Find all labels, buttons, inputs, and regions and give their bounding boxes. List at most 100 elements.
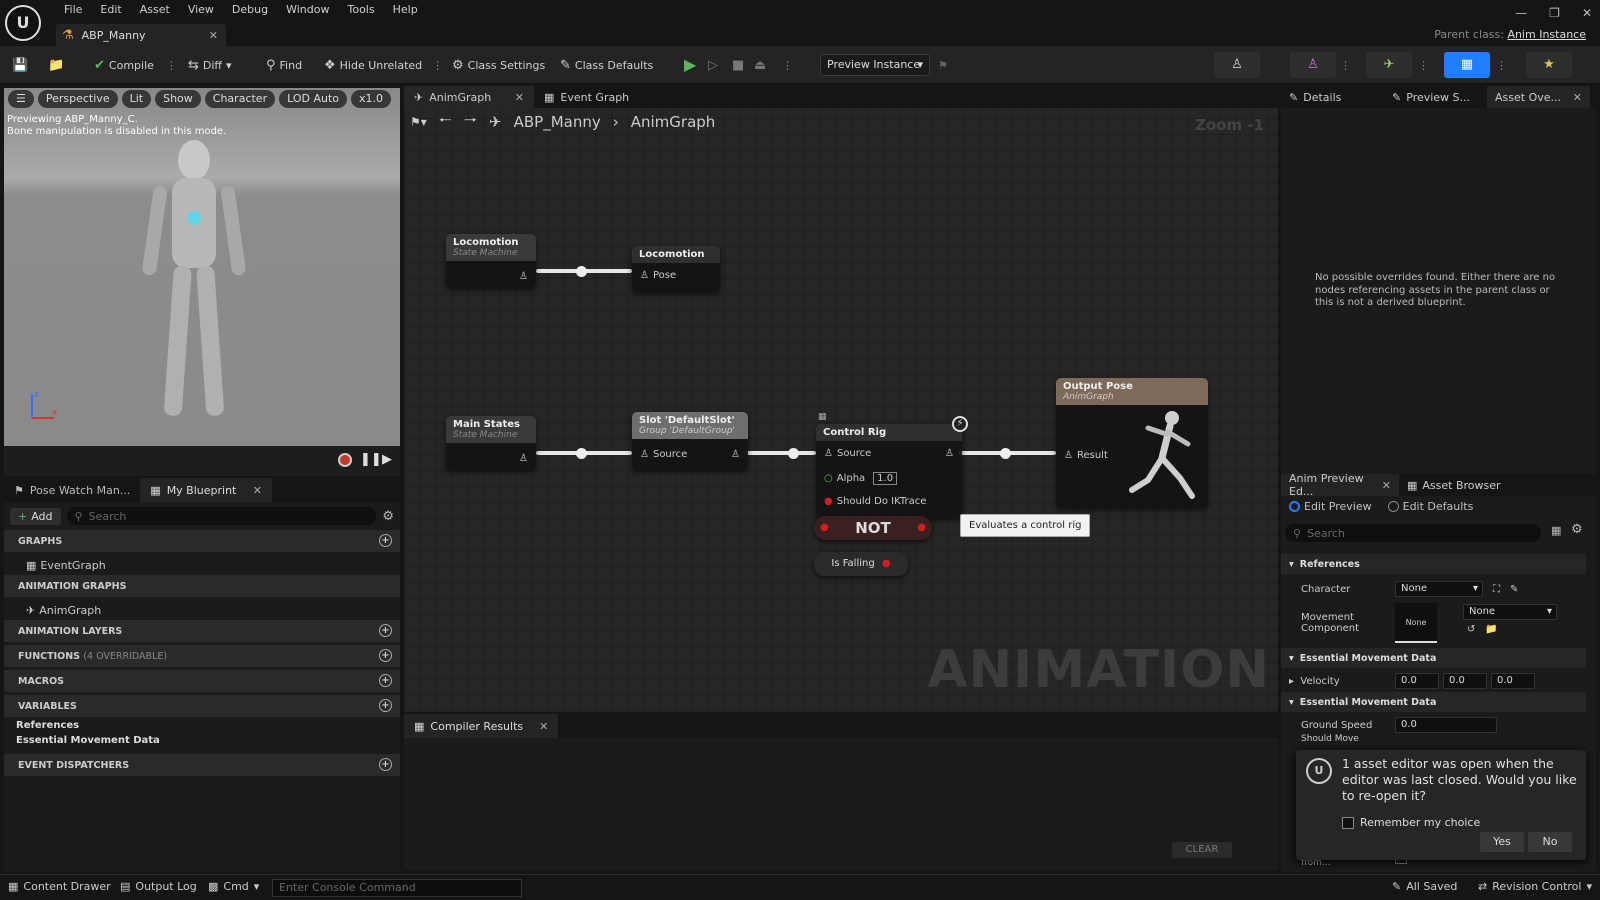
menu-tools[interactable]: Tools — [338, 2, 383, 17]
add-button[interactable]: + Add — [10, 507, 61, 525]
reset-icon[interactable]: ↺ — [1467, 624, 1475, 635]
output-log-button[interactable]: ▤ Output Log — [120, 880, 197, 893]
tab-preview-scene[interactable]: ✎ Preview S... — [1384, 86, 1487, 108]
bookmark-icon[interactable]: ⚑▾ — [410, 115, 427, 129]
lod-button[interactable]: LOD Auto — [279, 90, 347, 108]
tab-details[interactable]: ✎ Details — [1281, 86, 1384, 108]
remember-choice-checkbox[interactable]: Remember my choice — [1342, 816, 1480, 829]
list-item-animgraph[interactable]: ✈ AnimGraph — [4, 600, 400, 620]
node-slot[interactable]: Slot 'DefaultSlot' Group 'DefaultGroup' ♙… — [632, 412, 748, 470]
add-function-icon[interactable]: + — [379, 649, 392, 662]
browse-icon[interactable]: 📁 — [1485, 624, 1497, 635]
tab-event-graph[interactable]: ▦ Event Graph — [534, 86, 664, 108]
back-arrow-icon[interactable]: 🠐 — [439, 110, 452, 135]
browse-icon[interactable]: ⛶ — [1493, 584, 1500, 595]
preview-instance-dropdown[interactable]: Preview Instance ▾ — [820, 54, 930, 76]
table-view-icon[interactable]: ▦ — [1551, 524, 1561, 537]
record-icon[interactable] — [338, 453, 352, 467]
list-item-eventgraph[interactable]: ▦ EventGraph — [4, 555, 400, 575]
class-settings-button[interactable]: ⚙ Class Settings — [452, 54, 545, 76]
velocity-y-field[interactable]: 0.0 — [1443, 673, 1487, 689]
debug-filter-button[interactable]: ⚑ — [938, 54, 948, 76]
animation-options-button[interactable]: ⋮ — [1418, 54, 1429, 76]
chevron-right-icon[interactable]: ▸ — [1289, 676, 1294, 687]
variable-category-references[interactable]: References — [4, 720, 400, 735]
blueprint-search-input[interactable]: ⚲ Search — [66, 507, 377, 525]
gear-icon[interactable]: ⚙ — [382, 509, 394, 524]
menu-asset[interactable]: Asset — [131, 2, 179, 17]
close-icon[interactable]: ✕ — [1573, 91, 1582, 104]
pick-icon[interactable]: ✎ — [1510, 584, 1518, 595]
character-button[interactable]: Character — [204, 90, 276, 108]
character-dropdown[interactable]: None ▾ — [1395, 581, 1483, 597]
anim-graph-canvas[interactable]: ✈ AnimGraph ✕ ▦ Event Graph ⚑▾ 🠐 🠒 ✈ ABP_Ma… — [404, 86, 1278, 712]
step-button[interactable]: ▷ — [708, 54, 718, 76]
close-icon[interactable]: ✕ — [1382, 479, 1391, 492]
source-input-pin[interactable]: ♙ Source — [640, 449, 687, 460]
clear-button[interactable]: CLEAR — [1172, 842, 1232, 858]
close-icon[interactable]: ✕ — [539, 720, 548, 733]
section-event-dispatchers[interactable]: EVENT DISPATCHERS + — [4, 754, 400, 776]
yes-button[interactable]: Yes — [1480, 832, 1524, 852]
menu-debug[interactable]: Debug — [223, 2, 277, 17]
tab-compiler-results[interactable]: ▦ Compiler Results ✕ — [404, 714, 559, 738]
edit-defaults-radio[interactable]: Edit Defaults — [1387, 500, 1473, 513]
breadcrumb-root[interactable]: ABP_Manny — [514, 113, 601, 131]
pose-output-pin-icon[interactable]: ♙ — [945, 448, 954, 459]
menu-view[interactable]: View — [179, 2, 223, 17]
wire-knot[interactable] — [576, 266, 587, 277]
compile-button[interactable]: ✔ Compile ⋮ — [94, 54, 177, 76]
section-animation-layers[interactable]: ANIMATION LAYERS + — [4, 620, 400, 642]
tab-asset-browser[interactable]: ▦ Asset Browser — [1399, 474, 1509, 496]
menu-file[interactable]: File — [55, 2, 91, 17]
pose-input-pin[interactable]: ♙ Pose — [640, 270, 676, 281]
source-input-pin[interactable]: ♙ Source — [824, 448, 871, 459]
gear-icon[interactable]: ⚙ — [1571, 522, 1583, 537]
add-dispatcher-icon[interactable]: + — [379, 758, 392, 771]
mesh-mode-button[interactable]: ♙ — [1290, 52, 1336, 78]
node-main-states[interactable]: Main States State Machine ♙ — [446, 416, 536, 470]
show-button[interactable]: Show — [155, 90, 201, 108]
forward-arrow-icon[interactable]: 🠒 — [464, 110, 477, 135]
ground-speed-field[interactable]: 0.0 — [1395, 717, 1497, 733]
velocity-z-field[interactable]: 0.0 — [1491, 673, 1535, 689]
menu-help[interactable]: Help — [384, 2, 427, 17]
revision-control-button[interactable]: ⇄ Revision Control ▾ — [1478, 880, 1592, 893]
cmd-dropdown[interactable]: ▩ Cmd ▾ — [208, 880, 259, 893]
diff-button[interactable]: ⇆ Diff ▾ — [188, 54, 232, 76]
pose-output-pin-icon[interactable]: ♙ — [519, 453, 528, 464]
timeline-bar[interactable]: ❚❚ ▶ — [4, 446, 400, 476]
close-window-icon[interactable]: ✕ — [1582, 6, 1592, 20]
play-button[interactable]: ▶ — [684, 54, 696, 76]
node-locomotion-state-machine[interactable]: Locomotion State Machine ♙ — [446, 234, 536, 288]
add-layer-icon[interactable]: + — [379, 624, 392, 637]
pose-output-pin-icon[interactable]: ♙ — [731, 449, 740, 460]
tab-animgraph[interactable]: ✈ AnimGraph ✕ — [404, 86, 534, 108]
section-graphs[interactable]: GRAPHS + — [4, 530, 400, 552]
browse-button[interactable]: 📁 — [48, 54, 64, 76]
close-icon[interactable]: ✕ — [253, 484, 262, 497]
edit-preview-radio[interactable]: Edit Preview — [1289, 500, 1372, 513]
all-saved-button[interactable]: ✎ All Saved — [1392, 880, 1457, 893]
node-not[interactable]: ● NOT ● — [814, 516, 932, 540]
tab-asset-override[interactable]: Asset Ove... ✕ — [1487, 86, 1590, 108]
step-forward-icon[interactable]: ▶ — [382, 452, 392, 467]
details-search-input[interactable]: ⚲ Search — [1285, 524, 1541, 542]
eject-button[interactable]: ⏏ — [754, 54, 766, 76]
pause-icon[interactable]: ❚❚ — [360, 452, 382, 467]
save-button[interactable]: 💾 — [12, 54, 28, 76]
menu-edit[interactable]: Edit — [91, 2, 130, 17]
section-animation-graphs[interactable]: ANIMATION GRAPHS — [4, 575, 400, 597]
section-variables[interactable]: VARIABLES + — [4, 695, 400, 717]
node-output-pose[interactable]: Output Pose AnimGraph ♙ Result — [1056, 378, 1208, 508]
viewport-menu-button[interactable]: ☰ — [8, 90, 34, 108]
tab-anim-preview-editor[interactable]: Anim Preview Ed... ✕ — [1281, 472, 1399, 498]
lit-button[interactable]: Lit — [121, 90, 152, 108]
close-icon[interactable]: ✕ — [209, 29, 218, 42]
console-input[interactable]: Enter Console Command — [272, 879, 522, 897]
tab-my-blueprint[interactable]: ▦ My Blueprint ✕ — [140, 478, 272, 502]
add-macro-icon[interactable]: + — [379, 674, 392, 687]
result-input-pin[interactable]: ♙ Result — [1064, 450, 1108, 461]
alpha-input-pin[interactable]: ○ Alpha 1.0 — [824, 472, 898, 485]
variable-category-essential[interactable]: Essential Movement Data — [4, 735, 400, 750]
